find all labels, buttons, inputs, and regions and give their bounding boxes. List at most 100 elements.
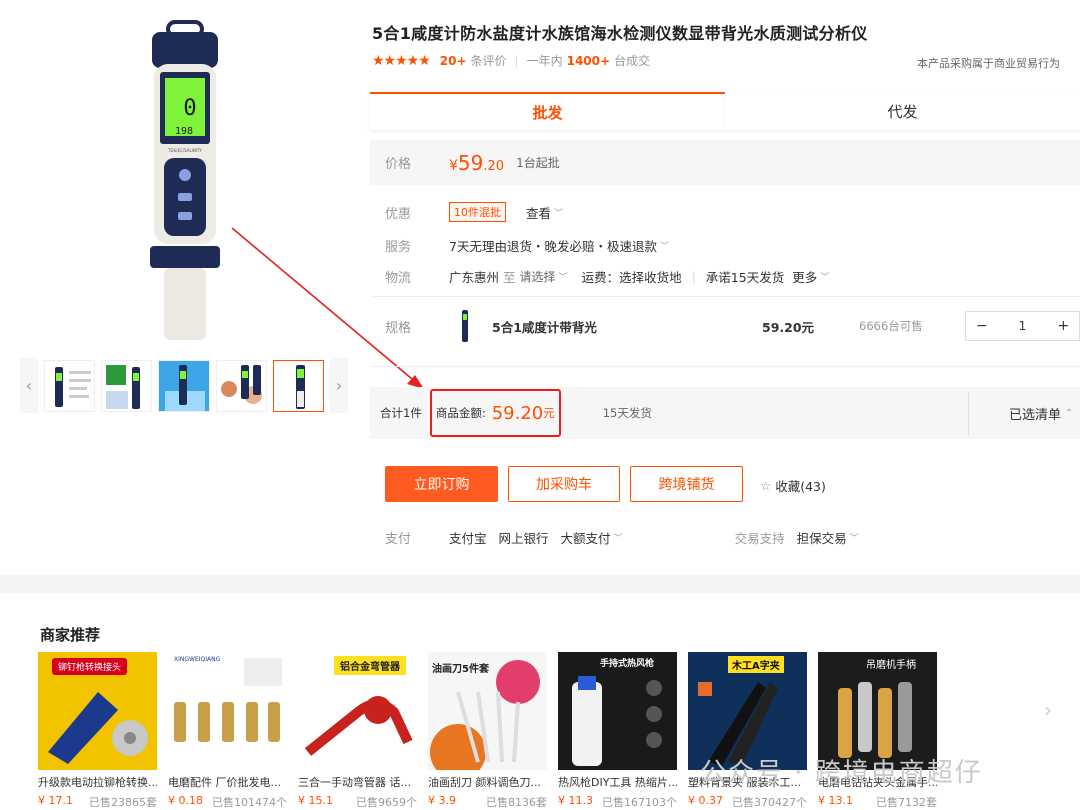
- recommend-card[interactable]: 铝合金弯管器 三合一手动弯管器 话... ¥ 15.1 已售9659个: [298, 652, 417, 810]
- price-label: 价格: [385, 157, 412, 172]
- section-gap: [0, 575, 1080, 593]
- offer-chip[interactable]: 10件混批: [449, 202, 506, 222]
- logistics-to: 至: [503, 270, 516, 285]
- product-title: 5合1咸度计防水盐度计水族馆海水检测仪数显带背光水质测试分析仪: [372, 24, 868, 43]
- service-label: 服务: [385, 240, 412, 255]
- recommend-price: ¥ 0.37: [688, 794, 723, 807]
- thumbnail-3[interactable]: [158, 359, 210, 412]
- spec-stock: 6666台可售: [859, 319, 923, 333]
- recommend-card[interactable]: XINGWEIQIANG 电磨配件 厂价批发电... ¥ 0.18 已售10147…: [168, 652, 287, 810]
- summary-count: 合计1件: [380, 406, 422, 420]
- divider: |: [691, 269, 696, 284]
- recommend-sold: 已售370427个: [732, 796, 807, 809]
- rating-row: ★★★★★ 20+ 条评价 | 一年内 1400+ 台成交: [372, 52, 650, 69]
- chevron-down-icon: ﹀: [554, 208, 564, 219]
- recommend-image[interactable]: XINGWEIQIANG: [168, 652, 287, 770]
- decrease-button[interactable]: −: [966, 318, 997, 334]
- add-cart-button[interactable]: 加采购车: [508, 466, 620, 502]
- cart-list-label: 已选清单: [1009, 407, 1062, 423]
- recommend-image[interactable]: 油画刀5件套: [428, 652, 547, 770]
- recommend-price: ¥ 13.1: [818, 794, 853, 807]
- watermark-text: 公众号 · 跨境电商超仔: [700, 758, 983, 788]
- service-row: 服务 7天无理由退货・晚发必赔・极速退款 ﹀: [385, 236, 669, 255]
- recommend-sold: 已售23865套: [89, 796, 157, 809]
- quantity-input[interactable]: 1: [997, 319, 1047, 333]
- deal-label: 台成交: [614, 54, 651, 68]
- purchase-tabs: 批发 代发: [370, 92, 1080, 130]
- device-screen-bottom: 198: [175, 126, 193, 137]
- order-summary-bar: 合计1件 商品金额: 59.20 元 15天发货 已选清单 ⌃: [370, 387, 1080, 439]
- cross-border-button[interactable]: 跨境铺货: [630, 466, 743, 502]
- favorite-label: 收藏(43): [775, 479, 826, 494]
- amount-label: 商品金额:: [435, 406, 486, 420]
- service-text[interactable]: 7天无理由退货・晚发必赔・极速退款: [449, 236, 657, 255]
- thumbnail-2[interactable]: [101, 359, 153, 412]
- logistics-row: 物流 广东惠州 至 请选择 ﹀ 运费：选择收货地 | 承诺15天发货 更多 ﹀: [385, 267, 829, 286]
- recommend-image[interactable]: 铝合金弯管器: [298, 652, 417, 770]
- buy-now-button[interactable]: 立即订购: [385, 466, 498, 502]
- promise-text: 承诺15天发货: [705, 270, 785, 285]
- product-main-image[interactable]: 0 198 TDS/EC/SALINITY: [120, 20, 250, 340]
- recommend-price: ¥ 0.18: [168, 794, 203, 807]
- recommend-image[interactable]: 铆钉枪转换接头: [38, 652, 157, 770]
- payment-row: 支付 支付宝 网上银行 大额支付 ﹀ 交易支持 担保交易 ﹀: [385, 528, 1075, 547]
- recommend-title: 商家推荐: [40, 626, 101, 644]
- increase-button[interactable]: +: [1048, 318, 1079, 334]
- recommend-card[interactable]: 铆钉枪转换接头 升级款电动拉铆枪转换... ¥ 17.1 已售23865套: [38, 652, 157, 810]
- tab-wholesale[interactable]: 批发: [370, 92, 725, 130]
- review-label[interactable]: 条评价: [471, 52, 507, 69]
- recommend-sold: 已售9659个: [356, 796, 417, 809]
- ship-time: 15天发货: [602, 406, 652, 420]
- recommend-sold: 已售8136套: [486, 796, 547, 809]
- review-count[interactable]: 20+: [440, 54, 467, 68]
- recommend-sold: 已售167103个: [602, 796, 677, 809]
- spec-thumbnail[interactable]: [450, 308, 480, 344]
- recommend-sold: 已售7132套: [876, 796, 937, 809]
- deal-count: 1400+: [566, 53, 611, 68]
- recommend-card[interactable]: 油画刀5件套 油画刮刀 颜料调色刀... ¥ 3.9 已售8136套: [428, 652, 547, 810]
- recommend-name[interactable]: 三合一手动弯管器 话...: [298, 774, 417, 790]
- chevron-right-icon: ›: [335, 376, 343, 395]
- amount-value: 59.20: [491, 402, 544, 424]
- tab-dropship[interactable]: 代发: [725, 92, 1080, 130]
- price-box: 价格 ¥59.20 1台起批: [370, 140, 1080, 185]
- freight-text[interactable]: 运费：选择收货地: [582, 267, 682, 286]
- payment-bank: 网上银行: [498, 531, 549, 546]
- thumbnail-5-selected[interactable]: [272, 359, 325, 412]
- device-brand: TDS/EC/SALINITY: [167, 148, 202, 153]
- amount-highlight-box: 商品金额: 59.20 元: [429, 389, 561, 437]
- spec-price: 59.20元: [762, 319, 815, 335]
- recommend-price: ¥ 3.9: [428, 794, 456, 807]
- thumbnail-strip: ‹ ›: [20, 358, 348, 413]
- payment-label: 支付: [385, 532, 412, 547]
- spec-name: 5合1咸度计带背光: [492, 319, 597, 335]
- chevron-down-icon: ﹀: [659, 242, 669, 252]
- thumbs-prev-button[interactable]: ‹: [20, 358, 38, 413]
- favorite-button[interactable]: ☆ 收藏(43): [760, 476, 826, 495]
- recommend-card[interactable]: 手持式热风枪 热风枪DIY工具 热缩片... ¥ 11.3 已售167103个: [558, 652, 677, 810]
- offer-view-link[interactable]: 查看: [526, 203, 551, 222]
- cart-list-toggle[interactable]: 已选清单 ⌃: [968, 391, 1080, 435]
- logistics-label: 物流: [385, 271, 412, 286]
- recommend-name[interactable]: 电磨配件 厂价批发电...: [168, 774, 287, 790]
- recommend-name[interactable]: 热风枪DIY工具 热缩片...: [558, 774, 677, 790]
- moq-text: 1台起批: [516, 156, 560, 170]
- thumbs-next-button[interactable]: ›: [330, 358, 348, 413]
- recommend-name[interactable]: 油画刮刀 颜料调色刀...: [428, 774, 547, 790]
- thumbnail-1[interactable]: [43, 359, 96, 412]
- support-label: 交易支持: [734, 531, 785, 546]
- offer-row: 优惠 10件混批 查看 ﹀: [385, 202, 563, 222]
- support-value[interactable]: 担保交易: [797, 528, 847, 547]
- recommend-image[interactable]: 手持式热风枪: [558, 652, 677, 770]
- recommend-name[interactable]: 升级款电动拉铆枪转换...: [38, 774, 157, 790]
- destination-select[interactable]: 请选择: [520, 268, 556, 285]
- amount-unit: 元: [543, 406, 555, 420]
- divider: [370, 366, 1080, 367]
- logistics-more-link[interactable]: 更多: [792, 267, 817, 286]
- quantity-stepper: − 1 +: [965, 311, 1080, 341]
- star-outline-icon: ☆: [760, 478, 772, 493]
- payment-large[interactable]: 大额支付: [561, 528, 611, 547]
- device-screen-top: 0: [183, 96, 196, 121]
- recommend-next-button[interactable]: ›: [1034, 690, 1062, 730]
- thumbnail-4[interactable]: [215, 359, 267, 412]
